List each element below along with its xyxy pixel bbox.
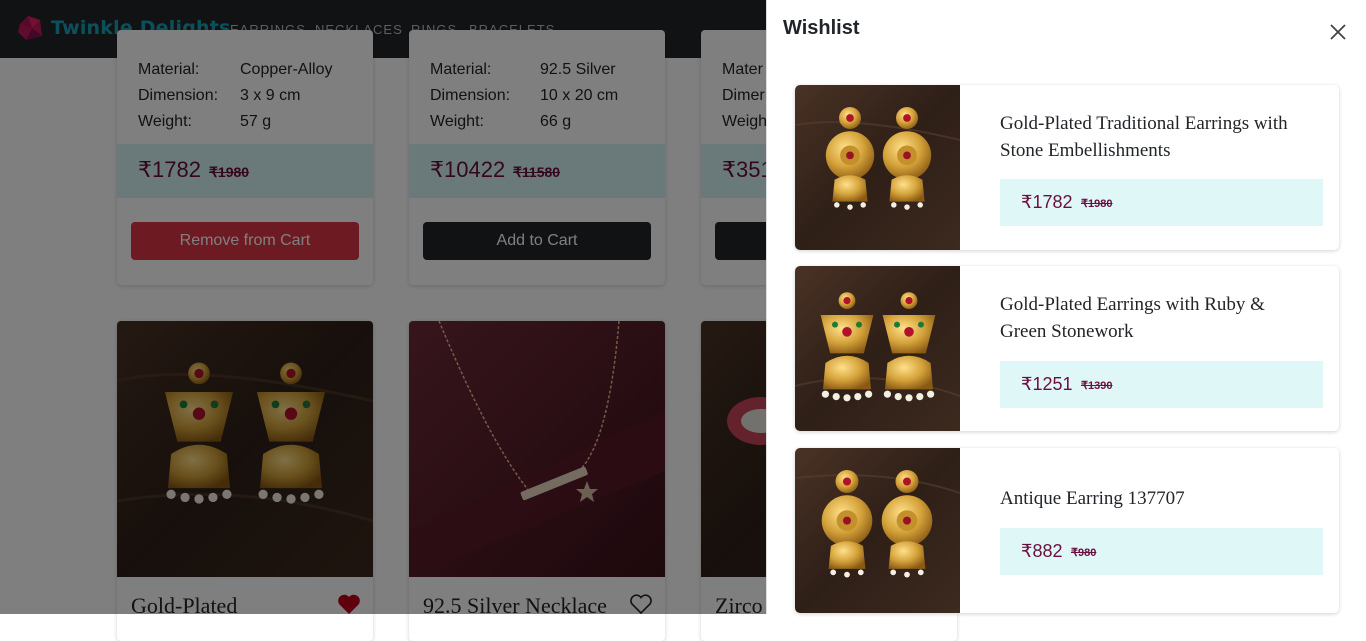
wishlist-item[interactable]: Gold-Plated Earrings with Ruby & Green S… — [795, 266, 1339, 431]
wishlist-item-title[interactable]: Antique Earring 137707 — [1000, 485, 1290, 512]
wishlist-item-image — [795, 448, 960, 613]
wishlist-item[interactable]: Gold-Plated Traditional Earrings with St… — [795, 85, 1339, 250]
wishlist-original-price: ₹980 — [1071, 547, 1097, 559]
wishlist-item-title[interactable]: Gold-Plated Earrings with Ruby & Green S… — [1000, 291, 1290, 345]
wishlist-item-title[interactable]: Gold-Plated Traditional Earrings with St… — [1000, 110, 1290, 164]
product-listing-page: Twinkle Delights EARRINGS NECKLACES RING… — [0, 0, 1366, 641]
wishlist-price: ₹1782 — [1021, 192, 1073, 212]
close-icon[interactable] — [1328, 22, 1348, 42]
wishlist-price-band: ₹1251 ₹1390 — [1000, 361, 1323, 408]
wishlist-title: Wishlist — [783, 17, 860, 39]
wishlist-price-band: ₹1782 ₹1980 — [1000, 179, 1323, 226]
wishlist-price: ₹882 — [1021, 541, 1063, 561]
wishlist-panel: Wishlist Gold-Plated Traditional Earring… — [766, 0, 1366, 614]
wishlist-price: ₹1251 — [1021, 374, 1073, 394]
wishlist-price-band: ₹882 ₹980 — [1000, 528, 1323, 575]
wishlist-item-image — [795, 85, 960, 250]
earring-thumbnail — [795, 448, 960, 613]
wishlist-original-price: ₹1980 — [1081, 198, 1113, 210]
wishlist-original-price: ₹1390 — [1081, 380, 1113, 392]
wishlist-item[interactable]: Antique Earring 137707 ₹882 ₹980 — [795, 448, 1339, 613]
wishlist-item-image — [795, 266, 960, 431]
earring-thumbnail — [795, 85, 960, 250]
earring-thumbnail — [795, 266, 960, 431]
